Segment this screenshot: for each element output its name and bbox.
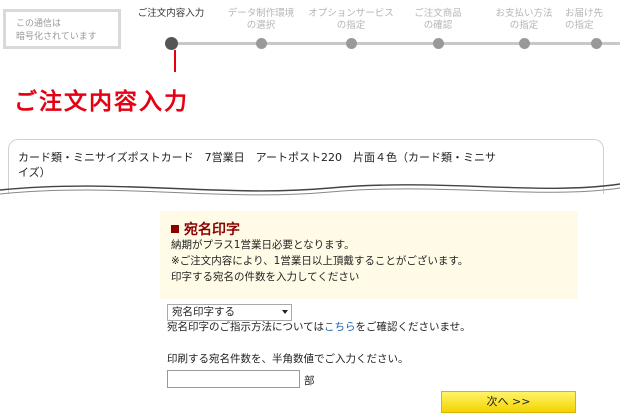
current-step-pointer: [174, 50, 176, 72]
step-sublabel: の選択: [246, 20, 276, 31]
count-unit-label: 部: [304, 375, 315, 387]
step-confirm-product: ご注文商品 の確認: [393, 8, 483, 32]
wave-divider: [0, 183, 620, 196]
notice-line1: 納期がプラス1営業日必要となります。: [171, 239, 355, 251]
step-sublabel: の確認: [423, 20, 453, 31]
address-printing-select-value: 宛名印字する: [172, 306, 235, 318]
step-marker-current: [165, 37, 178, 50]
step-marker: [519, 38, 530, 49]
secure-connection-notice: この通信は 暗号化されています: [3, 9, 121, 49]
step-marker: [256, 38, 267, 49]
step-sublabel: の指定: [336, 20, 366, 31]
step-order-input: ご注文内容入力: [126, 8, 216, 20]
notice-line2: ※ご注文内容により、1営業日以上頂戴することがございます。: [171, 255, 469, 267]
page-title: ご注文内容入力: [14, 89, 189, 115]
step-label: ご注文商品: [414, 8, 462, 19]
step-marker: [433, 38, 444, 49]
step-label: オプションサービス: [308, 8, 394, 19]
instruction-before: 宛名印字のご指示方法については: [167, 321, 324, 333]
product-summary-line1: カード類・ミニサイズポストカード 7営業日 アートポスト220 片面４色（カード…: [18, 151, 497, 164]
instruction-after: をご確認くださいませ。: [355, 321, 471, 333]
step-marker: [591, 38, 602, 49]
step-delivery-address: お届け先 の指定: [555, 8, 620, 32]
step-marker: [346, 38, 357, 49]
step-label: データ制作環境: [227, 8, 295, 19]
step-option-service: オプションサービス の指定: [306, 8, 396, 32]
notice-line3: 印字する宛名の件数を入力してください: [171, 271, 360, 283]
instruction-text: 宛名印字のご指示方法についてはこちらをご確認くださいませ。: [167, 320, 471, 335]
step-sublabel: の指定: [565, 20, 594, 31]
count-prompt: 印刷する宛名件数を、半角数値でご入力ください。: [167, 353, 409, 365]
bullet-square-icon: [171, 225, 179, 233]
address-printing-select[interactable]: 宛名印字する: [167, 304, 292, 321]
instruction-link[interactable]: こちら: [324, 321, 356, 333]
address-count-input[interactable]: [167, 370, 300, 388]
progress-track: [171, 42, 620, 45]
step-label: ご注文内容入力: [137, 8, 205, 19]
next-button[interactable]: 次へ >>: [441, 391, 576, 413]
secure-notice-line1: この通信は: [16, 19, 62, 29]
secure-notice-line2: 暗号化されています: [16, 32, 97, 42]
dropdown-arrow-icon: [282, 310, 288, 314]
notice-title-text: 宛名印字: [184, 222, 240, 238]
step-label: お届け先: [565, 8, 604, 19]
address-printing-title: 宛名印字: [171, 219, 240, 239]
step-data-environment: データ制作環境 の選択: [216, 8, 306, 32]
order-progress-steps: ご注文内容入力 データ制作環境 の選択 オプションサービス の指定 ご注文商品 …: [123, 0, 620, 60]
